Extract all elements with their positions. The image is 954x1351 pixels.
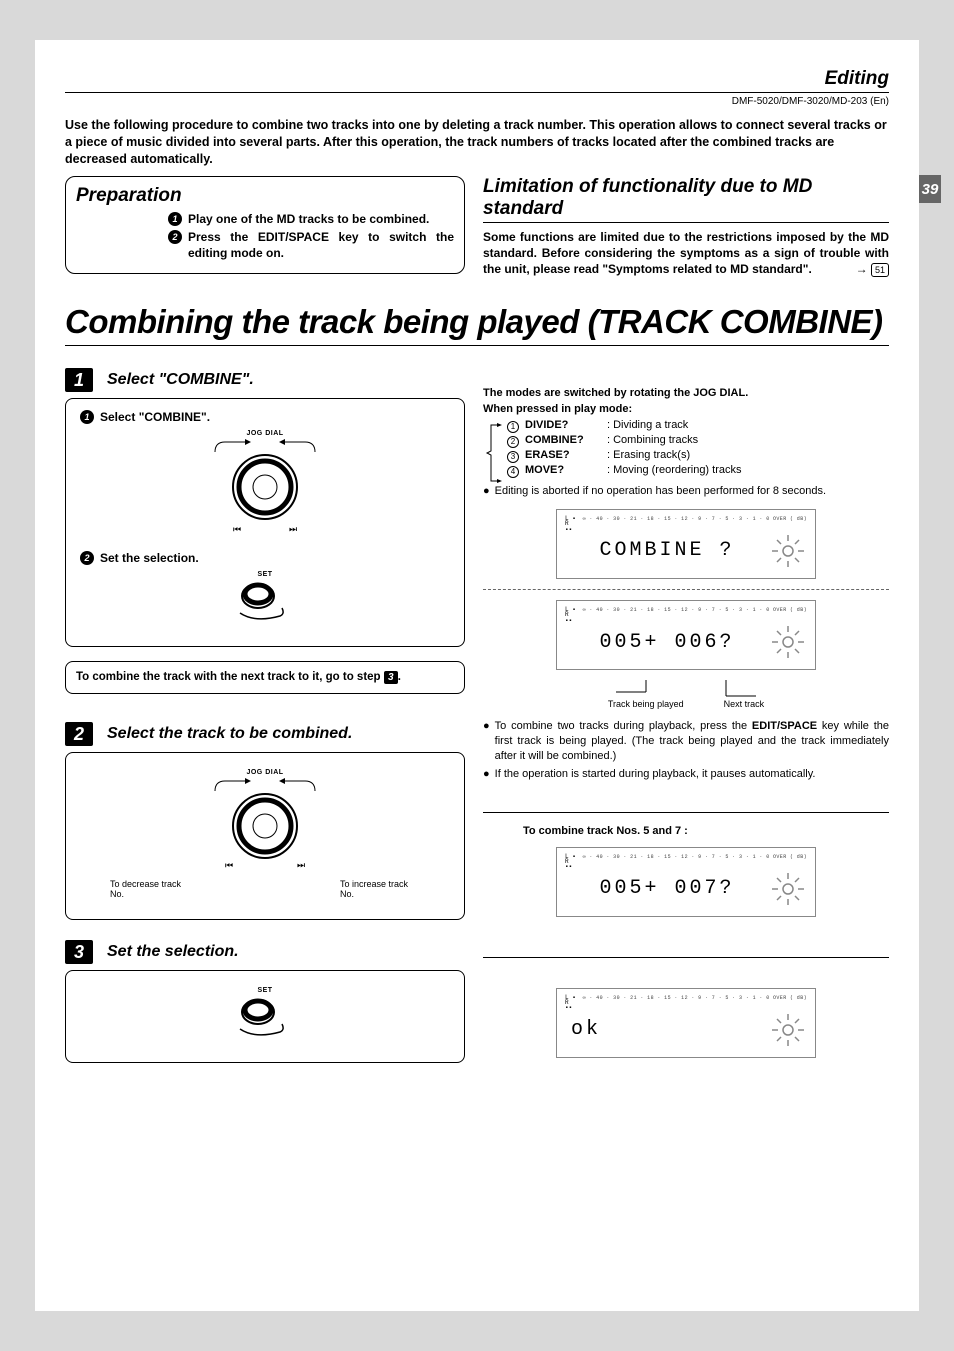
bullet-2: 2 bbox=[168, 230, 182, 244]
step-3-box: SET bbox=[65, 970, 465, 1063]
jog-dial-label: JOG DIAL bbox=[80, 430, 450, 437]
step-3-badge: 3 bbox=[65, 940, 93, 964]
set-button-icon-2 bbox=[230, 994, 300, 1039]
disc-spin-icon bbox=[769, 532, 807, 570]
combine-example-title: To combine track Nos. 5 and 7 : bbox=[523, 825, 889, 837]
track-pointer-icon bbox=[596, 680, 776, 700]
combine-note-1: To combine two tracks during playback, p… bbox=[495, 719, 889, 764]
jog-dial-icon: ⏮ ⏭ bbox=[195, 437, 335, 537]
svg-text:⏮: ⏮ bbox=[225, 860, 233, 870]
page-ref: 51 bbox=[871, 263, 889, 277]
preparation-title: Preparation bbox=[76, 185, 454, 207]
mode-intro-1: The modes are switched by rotating the J… bbox=[483, 386, 889, 401]
jog-dial-icon-2: ⏮ ⏭ bbox=[175, 776, 355, 876]
prep-item-1: Play one of the MD tracks to be combined… bbox=[188, 211, 429, 227]
step-3-title: Set the selection. bbox=[107, 943, 239, 961]
page-number-tab: 39 bbox=[919, 175, 941, 203]
set-button-icon bbox=[230, 578, 300, 623]
abort-note: Editing is aborted if no operation has b… bbox=[495, 484, 826, 499]
manual-page: Editing DMF-5020/DMF-3020/MD-203 (En) 39… bbox=[35, 40, 919, 1311]
disc-spin-icon bbox=[769, 623, 807, 661]
step-1-sub1: Select "COMBINE". bbox=[100, 410, 210, 424]
set-label-2: SET bbox=[80, 987, 450, 994]
step-2-title: Select the track to be combined. bbox=[107, 725, 352, 743]
lcd-display-4: L ▪R ▪▪ ∞ · 40 · 30 · 21 · 18 · 15 · 12 … bbox=[556, 988, 816, 1058]
section-header: Editing bbox=[65, 68, 889, 90]
disc-spin-icon bbox=[769, 1011, 807, 1049]
svg-text:⏮: ⏮ bbox=[233, 524, 241, 534]
lcd-display-1: L ▪R ▪▪ ∞ · 40 · 30 · 21 · 18 · 15 · 12 … bbox=[556, 509, 816, 579]
model-line: DMF-5020/DMF-3020/MD-203 (En) bbox=[65, 92, 889, 107]
intro-paragraph: Use the following procedure to combine t… bbox=[65, 117, 889, 168]
increase-label: To increase track No. bbox=[340, 879, 420, 899]
disc-spin-icon bbox=[769, 870, 807, 908]
preparation-box: Preparation 1 Play one of the MD tracks t… bbox=[65, 176, 465, 275]
decrease-label: To decrease track No. bbox=[110, 879, 190, 899]
track-played-label: Track being played bbox=[608, 699, 684, 709]
lcd-display-3: L ▪R ▪▪ ∞ · 40 · 30 · 21 · 18 · 15 · 12 … bbox=[556, 847, 816, 917]
svg-text:⏭: ⏭ bbox=[297, 860, 305, 870]
step-1-sub2: Set the selection. bbox=[100, 551, 199, 565]
step-2-badge: 2 bbox=[65, 722, 93, 746]
combine-note-2: If the operation is started during playb… bbox=[495, 767, 816, 782]
prep-item-2: Press the EDIT/SPACE key to switch the e… bbox=[188, 229, 454, 261]
step-1-badge: 1 bbox=[65, 368, 93, 392]
jog-dial-label-2: JOG DIAL bbox=[80, 769, 450, 776]
brace-icon bbox=[485, 423, 505, 483]
mode-intro-2: When pressed in play mode: bbox=[483, 402, 889, 417]
next-track-label: Next track bbox=[724, 699, 765, 709]
page-title: Combining the track being played (TRACK … bbox=[65, 303, 889, 346]
mode-list: 1DIVIDE?: Dividing a track 2COMBINE?: Co… bbox=[507, 419, 889, 478]
step-1-title: Select "COMBINE". bbox=[107, 371, 254, 389]
limitation-title: Limitation of functionality due to MD st… bbox=[483, 176, 889, 223]
lcd-display-2: L ▪R ▪▪ ∞ · 40 · 30 · 21 · 18 · 15 · 12 … bbox=[556, 600, 816, 670]
limitation-text: Some functions are limited due to the re… bbox=[483, 229, 889, 278]
bullet-1: 1 bbox=[168, 212, 182, 226]
step-1-note: To combine the track with the next track… bbox=[65, 661, 465, 694]
step-1-box: 1Select "COMBINE". JOG DIAL ⏮ ⏭ bbox=[65, 398, 465, 647]
step-2-box: JOG DIAL ⏮ ⏭ To decrease track No. bbox=[65, 752, 465, 920]
svg-text:⏭: ⏭ bbox=[289, 524, 297, 534]
set-label: SET bbox=[80, 571, 450, 578]
